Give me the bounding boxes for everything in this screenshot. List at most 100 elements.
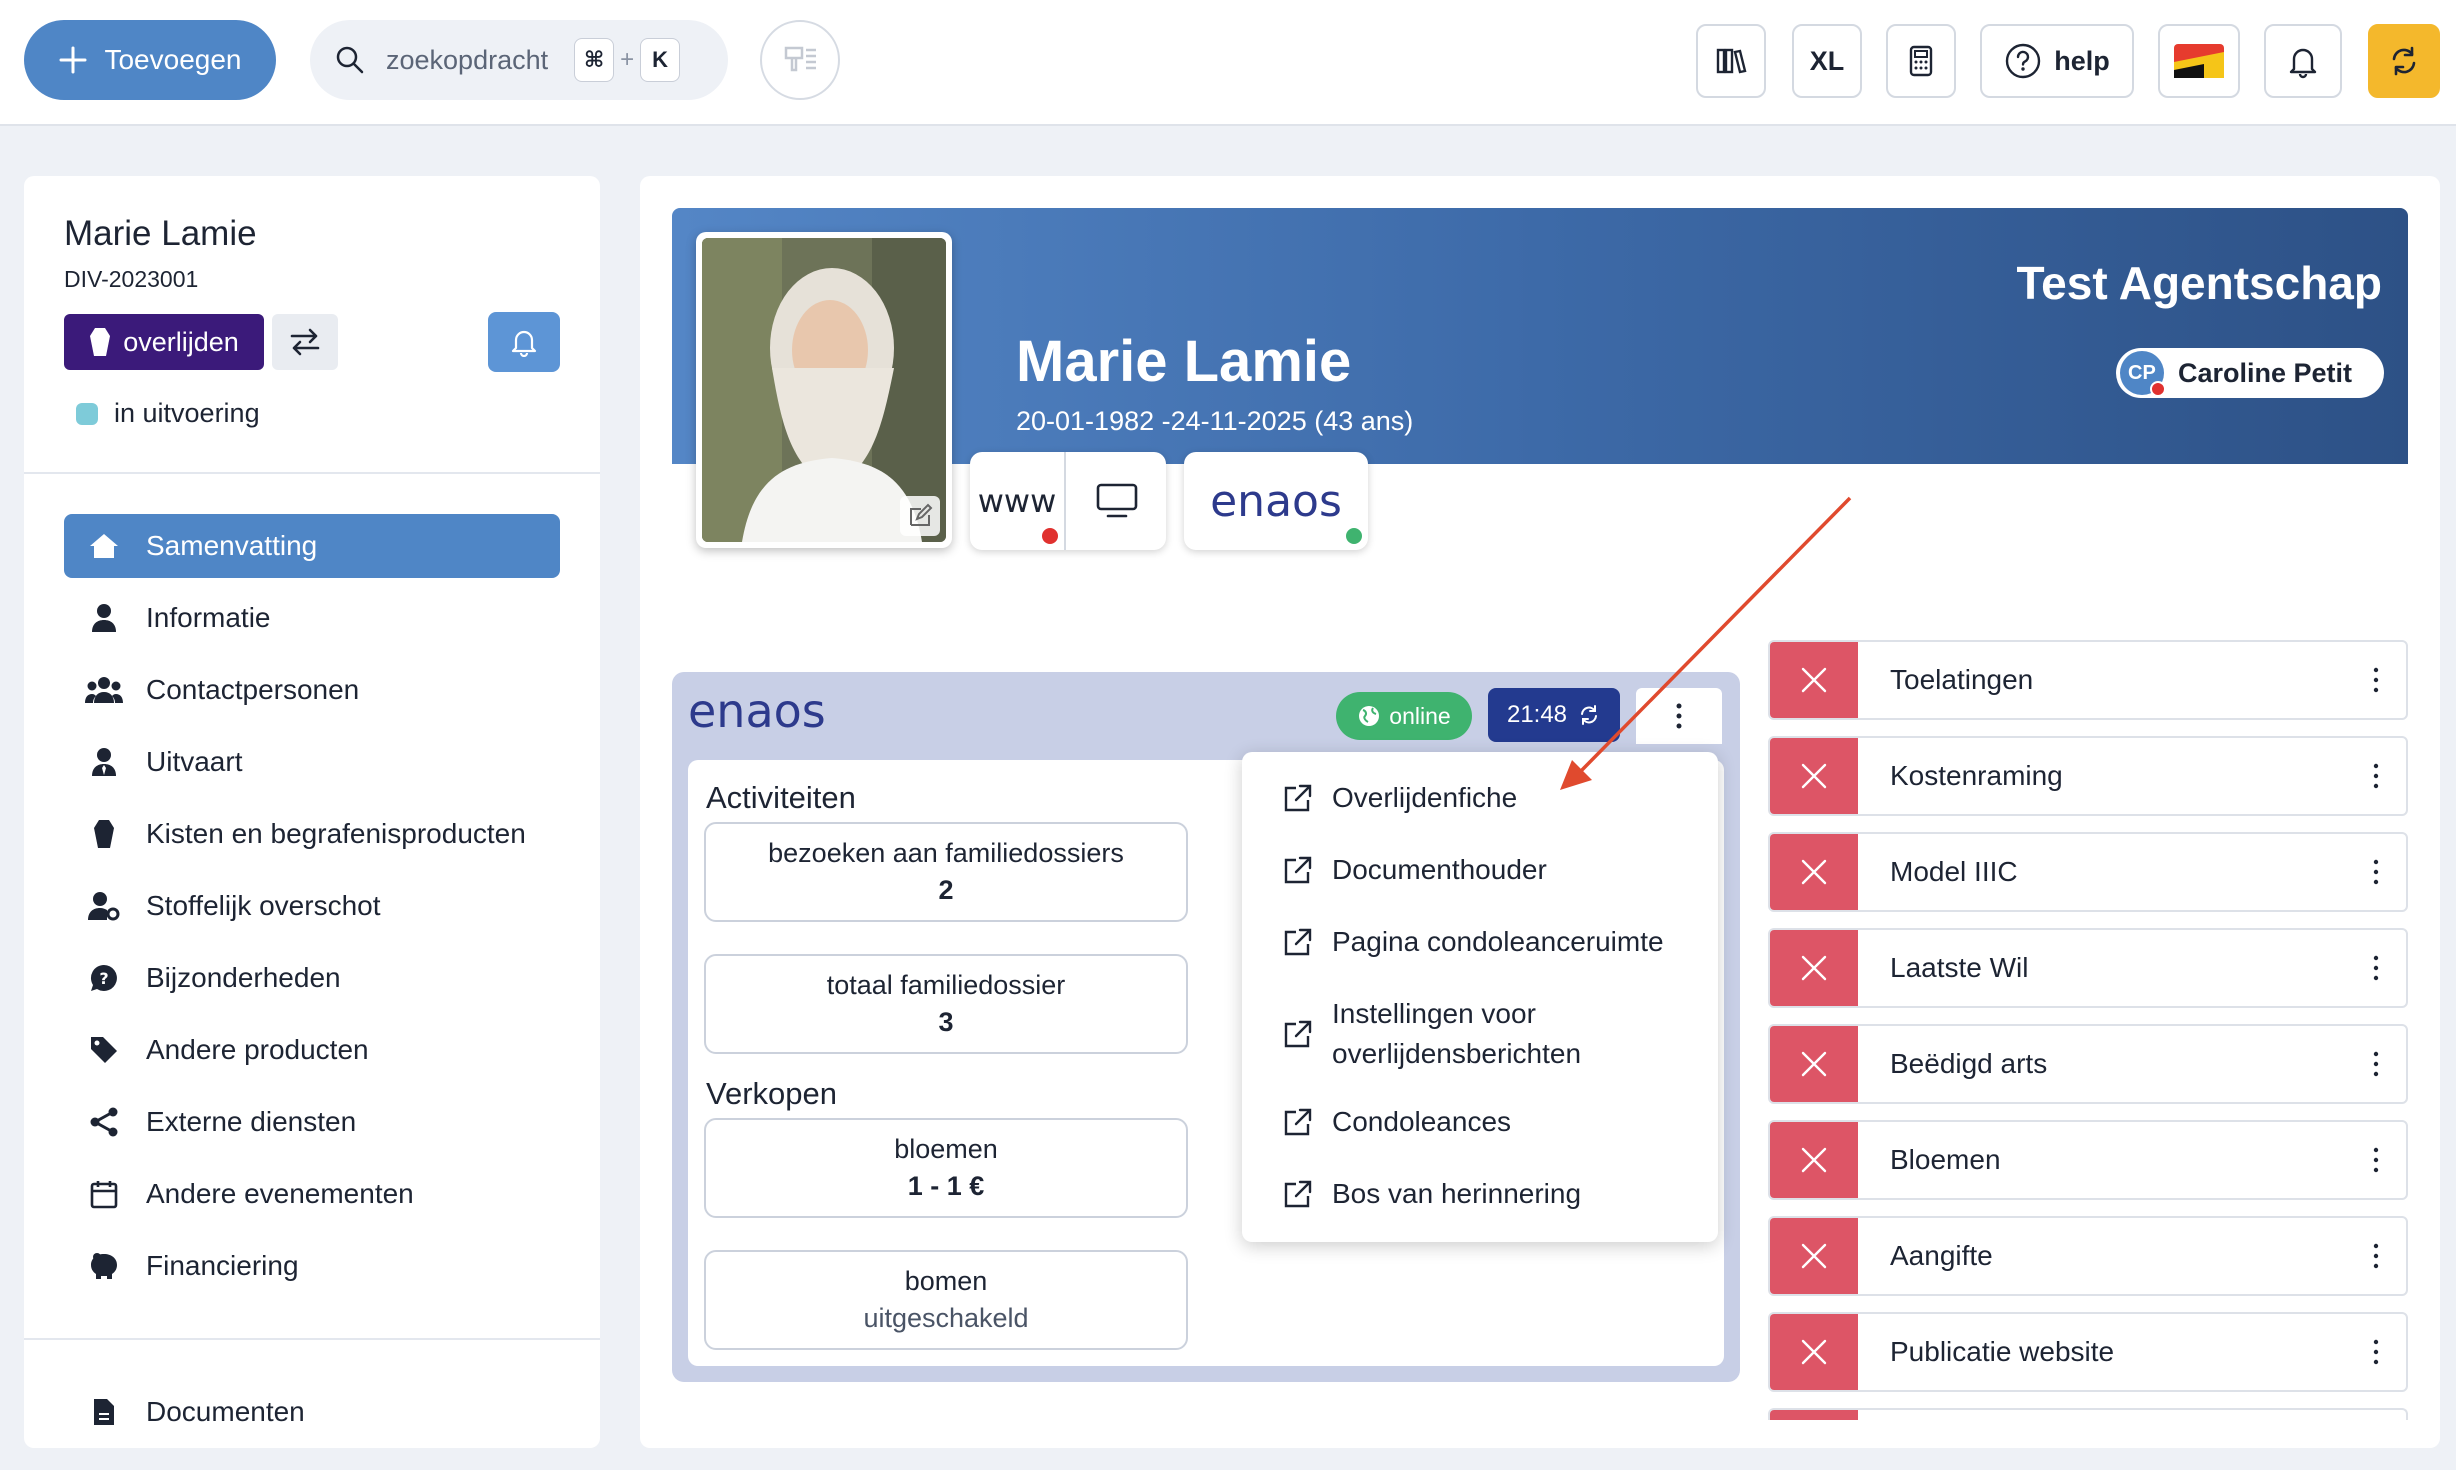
nav-item-financiering[interactable]: Financiering xyxy=(64,1234,560,1298)
deceased-photo xyxy=(696,232,952,548)
case-status-label: in uitvoering xyxy=(114,398,260,428)
close-icon[interactable] xyxy=(1770,1122,1858,1198)
nav-label: Samenvatting xyxy=(146,530,318,561)
checklist-item-kostenraming[interactable]: Kostenraming xyxy=(1768,736,2408,816)
widget-dropdown-menu: Overlijdenfiche Documenthouder Pagina co… xyxy=(1242,752,1718,1242)
nav-item-samenvatting[interactable]: Samenvatting xyxy=(64,514,560,578)
search-input[interactable]: zoekopdracht ⌘ + K xyxy=(310,20,728,100)
agent-name: Caroline Petit xyxy=(2177,357,2352,388)
widget-menu-button[interactable] xyxy=(1636,688,1722,744)
checklist-item-toelatingen[interactable]: Toelatingen xyxy=(1768,640,2408,720)
nav-item-kisten[interactable]: Kisten en begrafenisproducten xyxy=(64,802,560,866)
piggy-bank-icon xyxy=(82,1251,126,1281)
person-gear-icon xyxy=(82,891,126,921)
kebab-icon[interactable] xyxy=(2346,1147,2406,1173)
brush-list-icon xyxy=(778,38,822,82)
menu-item-overlijdenfiche[interactable]: Overlijdenfiche xyxy=(1282,782,1517,814)
menu-item-label: Pagina condoleanceruimte xyxy=(1332,926,1664,957)
menu-item-bos-van-herinnering[interactable]: Bos van herinnering xyxy=(1282,1178,1581,1210)
edit-icon xyxy=(907,503,933,529)
nav-label: Kisten en begrafenisproducten xyxy=(146,818,526,849)
kebab-icon[interactable] xyxy=(2346,1243,2406,1269)
checklist-item-model-iiic[interactable]: Model IIIC xyxy=(1768,832,2408,912)
sync-button[interactable] xyxy=(2368,24,2440,98)
question-circle-icon xyxy=(2004,42,2042,80)
swap-arrows-icon xyxy=(288,327,322,357)
stat-value: uitgeschakeld xyxy=(863,1303,1029,1333)
add-button[interactable]: Toevoegen xyxy=(24,20,276,100)
stat-card: bloemen 1 - 1 € xyxy=(704,1118,1188,1218)
language-button[interactable] xyxy=(2158,24,2240,98)
menu-item-instellingen-overlijdensberichten[interactable]: Instellingen voor overlijdensberichten xyxy=(1282,994,1662,1074)
nav-label: Andere evenementen xyxy=(146,1178,414,1209)
external-link-icon xyxy=(1282,926,1314,958)
calendar-icon xyxy=(82,1179,126,1209)
close-icon[interactable] xyxy=(1770,1026,1858,1102)
document-icon xyxy=(82,1397,126,1427)
question-bubble-icon: ? xyxy=(82,963,126,993)
globe-icon xyxy=(1357,704,1381,728)
stat-card: bomen uitgeschakeld xyxy=(704,1250,1188,1350)
enaos-button[interactable]: enaos xyxy=(1184,452,1368,550)
notifications-button[interactable] xyxy=(2264,24,2342,98)
kebab-icon xyxy=(1675,702,1683,730)
kebab-icon[interactable] xyxy=(2346,763,2406,789)
close-icon[interactable] xyxy=(1770,738,1858,814)
xl-button[interactable]: XL xyxy=(1792,24,1862,98)
nav-item-informatie[interactable]: Informatie xyxy=(64,586,560,650)
kebab-icon[interactable] xyxy=(2346,955,2406,981)
nav-item-andere-producten[interactable]: Andere producten xyxy=(64,1018,560,1082)
checklist-item-beedigd-arts[interactable]: Beëdigd arts xyxy=(1768,1024,2408,1104)
kebab-icon[interactable] xyxy=(2346,667,2406,693)
menu-item-condoleances[interactable]: Condoleances xyxy=(1282,1106,1511,1138)
menu-item-pagina-condoleanceruimte[interactable]: Pagina condoleanceruimte xyxy=(1282,926,1664,958)
deceased-dates: 20-01-1982 -24-11-2025 (43 ans) xyxy=(1016,406,1414,436)
enaos-logo: enaos xyxy=(688,684,826,738)
close-icon[interactable] xyxy=(1770,1218,1858,1294)
filter-tool-button[interactable] xyxy=(760,20,840,100)
avatar: CP xyxy=(2119,351,2166,397)
agent-chip[interactable]: CP Caroline Petit xyxy=(2115,348,2384,398)
close-icon[interactable] xyxy=(1770,930,1858,1006)
section-title-sales: Verkopen xyxy=(706,1076,837,1111)
nav-label: Financiering xyxy=(146,1250,299,1281)
nav-item-stoffelijk-overschot[interactable]: Stoffelijk overschot xyxy=(64,874,560,938)
nav-label: Documenten xyxy=(146,1396,305,1427)
checklist-label: Bloemen xyxy=(1890,1144,2001,1175)
calculator-button[interactable] xyxy=(1886,24,1956,98)
display-button[interactable] xyxy=(1068,452,1166,550)
nav-item-bijzonderheden[interactable]: ? Bijzonderheden xyxy=(64,946,560,1010)
kebab-icon[interactable] xyxy=(2346,859,2406,885)
nav-item-contactpersonen[interactable]: Contactpersonen xyxy=(64,658,560,722)
home-icon xyxy=(82,532,126,560)
help-button[interactable]: help xyxy=(1980,24,2134,98)
divider xyxy=(24,472,600,474)
nav-item-andere-evenementen[interactable]: Andere evenementen xyxy=(64,1162,560,1226)
nav-item-documenten[interactable]: Documenten xyxy=(64,1380,560,1444)
close-icon[interactable] xyxy=(1770,834,1858,910)
kebab-icon[interactable] xyxy=(2346,1051,2406,1077)
close-icon[interactable] xyxy=(1770,642,1858,718)
website-button[interactable]: www xyxy=(970,452,1066,550)
menu-item-documenthouder[interactable]: Documenthouder xyxy=(1282,854,1547,886)
person-tie-icon xyxy=(82,747,126,777)
checklist-item-aangifte[interactable]: Aangifte xyxy=(1768,1216,2408,1296)
monitor-icon xyxy=(1096,483,1138,519)
library-button[interactable] xyxy=(1696,24,1766,98)
checklist-label: Model IIIC xyxy=(1890,856,2018,887)
flag-icon xyxy=(2174,44,2224,78)
checklist-item-laatste-wil[interactable]: Laatste Wil xyxy=(1768,928,2408,1008)
sync-time-button[interactable]: 21:48 xyxy=(1488,688,1620,742)
case-notifications-button[interactable] xyxy=(488,312,560,372)
search-placeholder: zoekopdracht xyxy=(386,44,549,75)
case-type-badge[interactable]: overlijden xyxy=(64,314,264,370)
nav-item-uitvaart[interactable]: Uitvaart xyxy=(64,730,560,794)
edit-photo-button[interactable] xyxy=(900,496,940,536)
checklist-item-publicatie-website[interactable]: Publicatie website xyxy=(1768,1312,2408,1392)
switch-case-button[interactable] xyxy=(272,314,338,370)
external-link-icon xyxy=(1282,782,1314,814)
kebab-icon[interactable] xyxy=(2346,1339,2406,1365)
checklist-item-bloemen[interactable]: Bloemen xyxy=(1768,1120,2408,1200)
close-icon[interactable] xyxy=(1770,1314,1858,1390)
nav-item-externe-diensten[interactable]: Externe diensten xyxy=(64,1090,560,1154)
